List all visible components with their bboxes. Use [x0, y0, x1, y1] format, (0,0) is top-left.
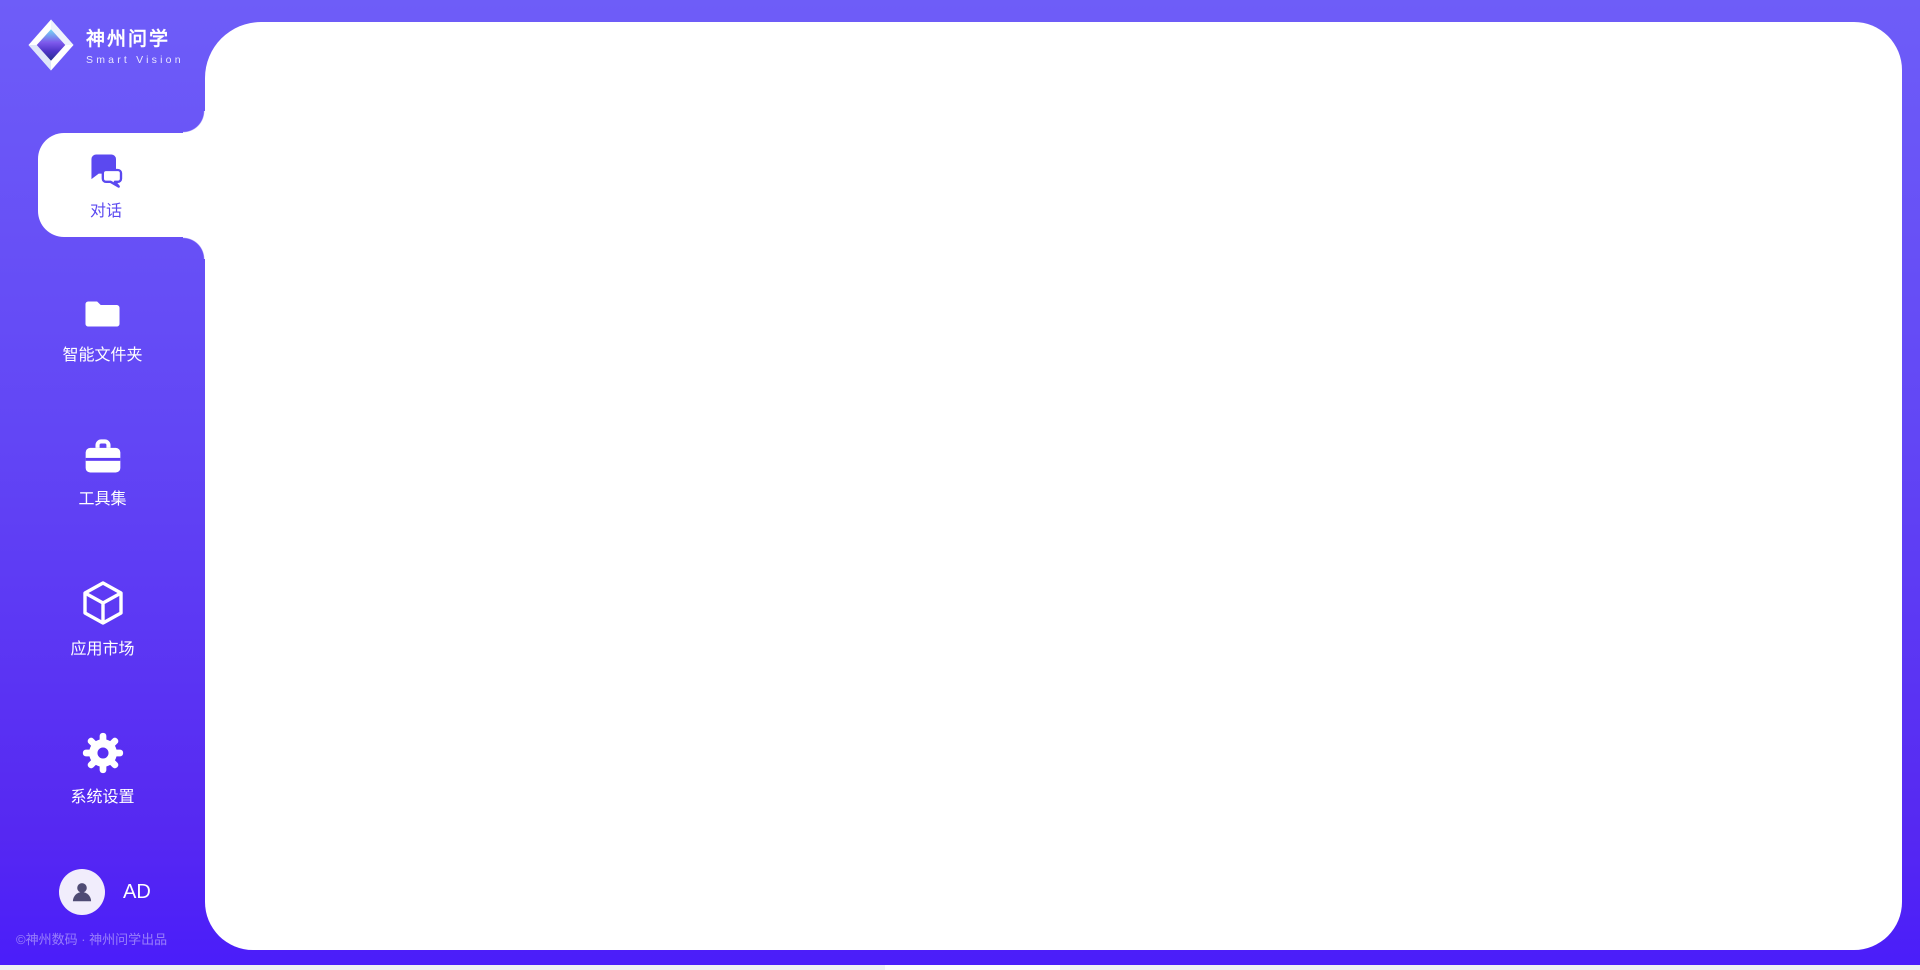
cube-icon [79, 578, 127, 628]
sidebar-item-label: 应用市场 [70, 635, 134, 659]
user-profile[interactable]: AD [59, 869, 151, 915]
horizontal-scrollbar[interactable] [0, 965, 1920, 970]
sidebar-item-settings[interactable]: 系统设置 [0, 730, 205, 807]
sidebar-item-folders[interactable]: 智能文件夹 [0, 294, 205, 365]
avatar [59, 869, 105, 915]
sidebar-item-label: 工具集 [78, 485, 126, 509]
brand-logo: 神州问学 Smart Vision [26, 18, 184, 72]
sidebar-item-market[interactable]: 应用市场 [0, 578, 205, 659]
sidebar-item-chat[interactable]: 对话 [38, 133, 208, 237]
main-panel [205, 22, 1902, 950]
sidebar-item-label: 系统设置 [70, 783, 134, 807]
brand-subtitle: Smart Vision [86, 54, 184, 66]
sidebar-item-tools[interactable]: 工具集 [0, 436, 205, 509]
brand-diamond-icon [26, 18, 76, 72]
user-initials: AD [123, 881, 151, 904]
tab-fillet-top [183, 111, 205, 133]
sidebar-item-label: 对话 [90, 197, 122, 221]
chat-bubbles-icon [86, 150, 126, 190]
folder-icon [81, 294, 124, 334]
sidebar-item-label: 智能文件夹 [62, 341, 142, 365]
copyright-footer: ©神州数码 · 神州问学出品 [16, 929, 167, 948]
scrollbar-thumb[interactable] [885, 965, 1060, 970]
gear-icon [80, 730, 126, 776]
tab-fillet-bottom [183, 237, 205, 259]
briefcase-icon [81, 436, 125, 478]
brand-name: 神州问学 [86, 24, 184, 51]
